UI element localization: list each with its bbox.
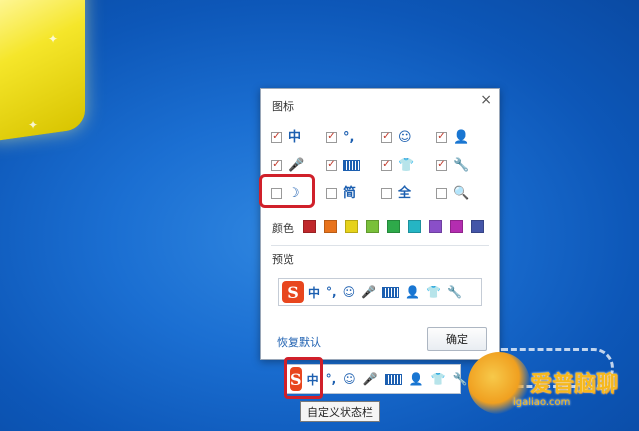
icon-option: ✓ °, bbox=[326, 131, 381, 144]
preview-bar: S 中 °, ☺ 🎤 👤 👕 🔧 bbox=[278, 278, 482, 306]
icon-checkbox[interactable]: ✓ bbox=[326, 159, 337, 171]
icon-checkbox[interactable]: ✓ bbox=[436, 159, 447, 171]
icon-checkbox[interactable]: ✓ bbox=[436, 131, 447, 143]
status-item-icon[interactable]: 中 bbox=[308, 284, 320, 301]
restore-default-link[interactable]: 恢复默认 bbox=[277, 334, 321, 350]
status-item-icon[interactable]: 🎤 bbox=[361, 285, 376, 299]
color-swatch[interactable] bbox=[408, 220, 421, 233]
keyboard-icon[interactable] bbox=[382, 286, 400, 298]
status-item-icon[interactable]: 👕 bbox=[426, 285, 441, 299]
icon-checkbox[interactable] bbox=[381, 187, 392, 199]
status-icons: 中 °, ☺ 🎤 👤 👕 🔧 bbox=[307, 371, 468, 388]
watermark-text: 爱普脑聊 bbox=[530, 372, 619, 397]
close-icon[interactable]: × bbox=[480, 92, 492, 108]
divider bbox=[271, 245, 489, 246]
icon-option: ✓ 👤 bbox=[436, 131, 491, 144]
icon-option: ✓ 🔧 bbox=[436, 159, 491, 172]
color-swatch[interactable] bbox=[471, 220, 484, 233]
icon-checkbox[interactable]: ✓ bbox=[381, 159, 392, 171]
status-item-icon[interactable]: 🔧 bbox=[453, 372, 468, 386]
icon-checkbox[interactable] bbox=[326, 187, 337, 199]
emoji-icon: ☺ bbox=[398, 129, 412, 145]
status-item-icon[interactable]: 👤 bbox=[409, 372, 424, 386]
desktop-wallpaper-flag bbox=[0, 0, 85, 142]
status-item-icon[interactable]: 👕 bbox=[431, 372, 446, 386]
color-swatch[interactable] bbox=[429, 220, 442, 233]
user-icon: 👤 bbox=[453, 129, 470, 145]
punctuation-icon: °, bbox=[343, 129, 355, 145]
search-icon: 🔍 bbox=[453, 185, 470, 201]
skin-shirt-icon: 👕 bbox=[398, 157, 415, 173]
status-item-icon[interactable]: 🎤 bbox=[363, 372, 378, 386]
status-item-icon[interactable]: ☺ bbox=[343, 285, 356, 299]
tooltip: 自定义状态栏 bbox=[300, 401, 380, 422]
wrench-icon: 🔧 bbox=[453, 157, 470, 173]
chinese-mode-icon: 中 bbox=[288, 129, 302, 145]
full-width-icon: 全 bbox=[398, 185, 412, 201]
color-swatch[interactable] bbox=[366, 220, 379, 233]
color-swatches bbox=[303, 220, 484, 233]
color-swatch[interactable] bbox=[387, 220, 400, 233]
icon-option: ✓ 🎤 bbox=[271, 159, 326, 172]
preview-icons: 中 °, ☺ 🎤 👤 👕 🔧 bbox=[308, 284, 462, 301]
microphone-icon: 🎤 bbox=[288, 157, 305, 173]
icon-checkbox[interactable]: ✓ bbox=[326, 131, 337, 143]
color-label: 颜色 bbox=[272, 222, 294, 235]
status-item-icon[interactable]: °, bbox=[326, 285, 337, 299]
icon-option: 简 bbox=[326, 187, 381, 200]
icon-option: ✓ 中 bbox=[271, 131, 326, 144]
icon-checkbox[interactable] bbox=[436, 187, 447, 199]
keyboard-icon[interactable] bbox=[384, 373, 402, 385]
status-item-icon[interactable]: 👤 bbox=[405, 285, 420, 299]
color-swatch[interactable] bbox=[345, 220, 358, 233]
preview-label: 预览 bbox=[272, 253, 294, 266]
color-swatch[interactable] bbox=[324, 220, 337, 233]
status-item-icon[interactable]: 🔧 bbox=[447, 285, 462, 299]
sparkle-decoration: ✦ bbox=[48, 32, 59, 46]
icon-option: 🔍 bbox=[436, 187, 491, 200]
icon-option: ✓ ☺ bbox=[381, 131, 436, 144]
status-item-icon[interactable]: ☺ bbox=[343, 372, 356, 386]
highlight-box bbox=[284, 357, 323, 399]
sogou-logo-icon: S bbox=[282, 281, 304, 303]
icons-section-title: 图标 bbox=[272, 100, 294, 113]
ok-button[interactable]: 确定 bbox=[427, 327, 487, 351]
icon-row: ✓ 中 ✓ °, ✓ ☺ ✓ 👤 bbox=[271, 123, 491, 151]
icon-option: ✓ bbox=[326, 159, 381, 171]
sparkle-decoration: ✦ bbox=[28, 118, 39, 132]
customize-statusbar-dialog: 图标 × ✓ 中 ✓ °, ✓ ☺ ✓ 👤 ✓ 🎤 ✓ ✓ 👕 ✓ 🔧 ☽ 简全 🔍 颜色 预览 S 中 °, ☺ 🎤 👤… bbox=[259, 88, 500, 360]
simplified-icon: 简 bbox=[343, 185, 357, 201]
watermark-url: igaliao.com bbox=[513, 397, 571, 408]
status-item-icon[interactable]: °, bbox=[326, 372, 337, 386]
icon-checkbox[interactable]: ✓ bbox=[381, 131, 392, 143]
color-swatch[interactable] bbox=[450, 220, 463, 233]
icon-option: 全 bbox=[381, 187, 436, 200]
color-swatch[interactable] bbox=[303, 220, 316, 233]
highlight-box bbox=[259, 174, 315, 208]
icon-checkbox[interactable]: ✓ bbox=[271, 159, 282, 171]
icon-option: ✓ 👕 bbox=[381, 159, 436, 172]
keyboard-icon bbox=[343, 159, 360, 171]
icon-checkbox[interactable]: ✓ bbox=[271, 131, 282, 143]
